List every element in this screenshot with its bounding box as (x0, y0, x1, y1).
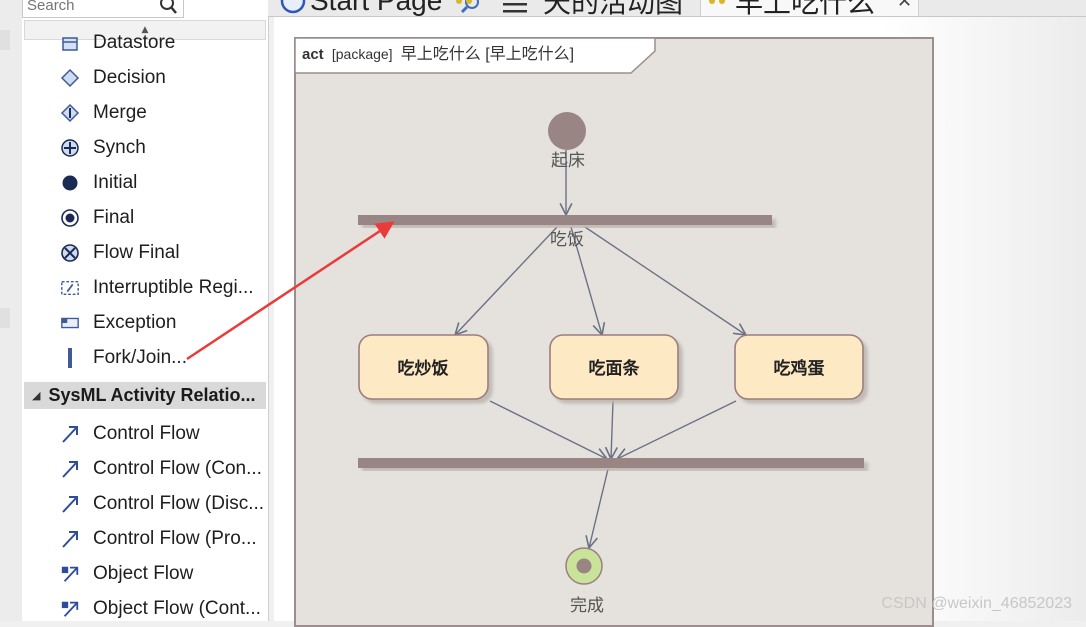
decision-icon (60, 68, 80, 88)
action-fried-rice[interactable]: 吃炒饭 (358, 334, 489, 400)
final-icon (60, 208, 80, 228)
toolbox-item-control-flow-con[interactable]: Control Flow (Con... (22, 451, 268, 486)
document-tab-bar: Start Page 天的活动图 早上吃什么 ✕ (268, 0, 1086, 17)
diagram-type-icon (456, 0, 473, 4)
toolbox-item-label: Control Flow (Con... (93, 457, 262, 479)
tab-label: Start Page (310, 0, 443, 16)
toolbox-item-label: Control Flow (93, 422, 200, 444)
toolbox-item-label: Control Flow (Disc... (93, 492, 265, 514)
final-node-label: 完成 (570, 596, 604, 616)
tab-start-page[interactable]: Start Page (280, 0, 474, 16)
toolbox-item-label: Initial (93, 171, 138, 193)
toolbox-item-label: Flow Final (93, 241, 180, 263)
toolbox-item-decision[interactable]: Decision (22, 60, 268, 95)
frame-name: 早上吃什么 [早上吃什么] (401, 45, 574, 63)
toolbox-item-fork-join[interactable]: Fork/Join... (22, 340, 268, 375)
control-flow-fork-to-eggs[interactable] (584, 226, 746, 335)
section-header-label: SysML Activity Relatio... (48, 385, 256, 405)
left-dock-strip (0, 0, 23, 621)
initial-node-label: 起床 (551, 151, 585, 171)
tab-activity-diagram[interactable]: 天的活动图 (543, 0, 683, 16)
control-flow-fried-rice-to-join[interactable] (489, 400, 607, 459)
fork-join-icon (60, 347, 80, 368)
tab-breakfast-diagram[interactable]: 早上吃什么 ✕ (700, 0, 920, 17)
search-icon[interactable] (158, 0, 178, 16)
action-eggs[interactable]: 吃鸡蛋 (734, 334, 864, 400)
toolbox-item-label: Object Flow (93, 562, 194, 584)
object-flow-icon (60, 599, 80, 619)
frame-stereotype: [package] (332, 46, 393, 62)
initial-node[interactable] (548, 112, 586, 150)
activity-final-node[interactable] (565, 547, 603, 585)
toolbox-panel: ▲ DatastoreDecisionMergeSynchInitialFina… (22, 0, 269, 621)
control-flow-icon (60, 424, 80, 444)
action-noodles[interactable]: 吃面条 (549, 334, 679, 400)
toolbox-item-synch[interactable]: Synch (22, 130, 268, 165)
control-flow-icon (60, 459, 80, 479)
diagram-canvas[interactable]: act [package] 早上吃什么 [早上吃什么] 起床 吃饭 吃炒饭 吃面… (274, 17, 1086, 627)
toolbox-item-control-flow-pro[interactable]: Control Flow (Pro... (22, 521, 268, 556)
toolbox-item-label: Fork/Join... (93, 346, 187, 368)
initial-icon (60, 173, 80, 193)
join-bar[interactable] (358, 458, 864, 468)
interruptible-region-icon (60, 278, 80, 298)
toolbox-item-label: Interruptible Regi... (93, 276, 254, 298)
toolbox-item-control-flow-disc[interactable]: Control Flow (Disc... (22, 486, 268, 521)
toolbox-item-exception[interactable]: Exception (22, 305, 268, 340)
toolbox-item-object-flow-cont[interactable]: Object Flow (Cont... (22, 591, 268, 621)
tab-label: 早上吃什么 (735, 0, 876, 17)
toolbox-item-label: Synch (93, 136, 146, 158)
fork-label: 吃饭 (550, 230, 584, 250)
section-header-sysml-activity-relationships[interactable]: ◢ SysML Activity Relatio... (24, 382, 266, 409)
control-flow-join-to-final[interactable] (589, 468, 609, 548)
action-label: 吃面条 (589, 358, 641, 379)
action-label: 吃炒饭 (398, 358, 449, 379)
exception-icon (60, 313, 80, 333)
activity-diagram: act [package] 早上吃什么 [早上吃什么] 起床 吃饭 吃炒饭 吃面… (294, 37, 864, 616)
toolbox-item-label: Datastore (93, 31, 176, 53)
toolbox-item-initial[interactable]: Initial (22, 165, 268, 200)
toolbox-item-control-flow[interactable]: Control Flow (22, 416, 268, 451)
diagram-type-icon (709, 0, 725, 4)
search-input[interactable] (23, 0, 151, 16)
dock-handle[interactable] (0, 308, 10, 328)
merge-icon (60, 103, 80, 123)
svg-text:act [package]: act [package] 早上吃什么 [早上吃什么] (302, 45, 574, 63)
fork-bar[interactable] (358, 215, 772, 225)
toolbox-item-label: Decision (93, 66, 166, 88)
toolbox-item-label: Merge (93, 101, 147, 123)
collapse-triangle-icon: ◢ (32, 389, 41, 402)
toolbox-item-object-flow[interactable]: Object Flow (22, 556, 268, 591)
toolbox-item-interruptible-regi[interactable]: Interruptible Regi... (22, 270, 268, 305)
toolbox-item-label: Object Flow (Cont... (93, 597, 261, 619)
control-flow-fork-to-fried-rice[interactable] (455, 226, 558, 335)
tab-label: 天的活动图 (543, 0, 684, 17)
control-flow-icon (60, 529, 80, 549)
toolbox-item-label: Exception (93, 311, 177, 333)
start-page-icon (280, 0, 306, 14)
toolbox-item-datastore[interactable]: Datastore (22, 25, 268, 60)
control-flow-noodles-to-join[interactable] (611, 400, 613, 459)
toolbox-item-flow-final[interactable]: Flow Final (22, 235, 268, 270)
object-flow-icon (60, 564, 80, 584)
datastore-icon (60, 33, 80, 53)
menu-icon[interactable] (501, 0, 529, 16)
close-tab-icon[interactable]: ✕ (897, 0, 912, 12)
dock-handle[interactable] (0, 30, 10, 50)
control-flow-eggs-to-join[interactable] (617, 400, 737, 459)
watermark: CSDN @weixin_46852023 (881, 595, 1072, 612)
toolbox-item-final[interactable]: Final (22, 200, 268, 235)
frame-kind: act (302, 46, 324, 63)
flow-final-icon (60, 243, 80, 263)
toolbox-item-label: Final (93, 206, 135, 228)
toolbox-item-label: Control Flow (Pro... (93, 527, 257, 549)
action-label: 吃鸡蛋 (774, 358, 825, 379)
synch-icon (60, 138, 80, 158)
control-flow-icon (60, 494, 80, 514)
frame-header[interactable]: act [package] 早上吃什么 [早上吃什么] (294, 37, 656, 74)
toolbox-item-merge[interactable]: Merge (22, 95, 268, 130)
